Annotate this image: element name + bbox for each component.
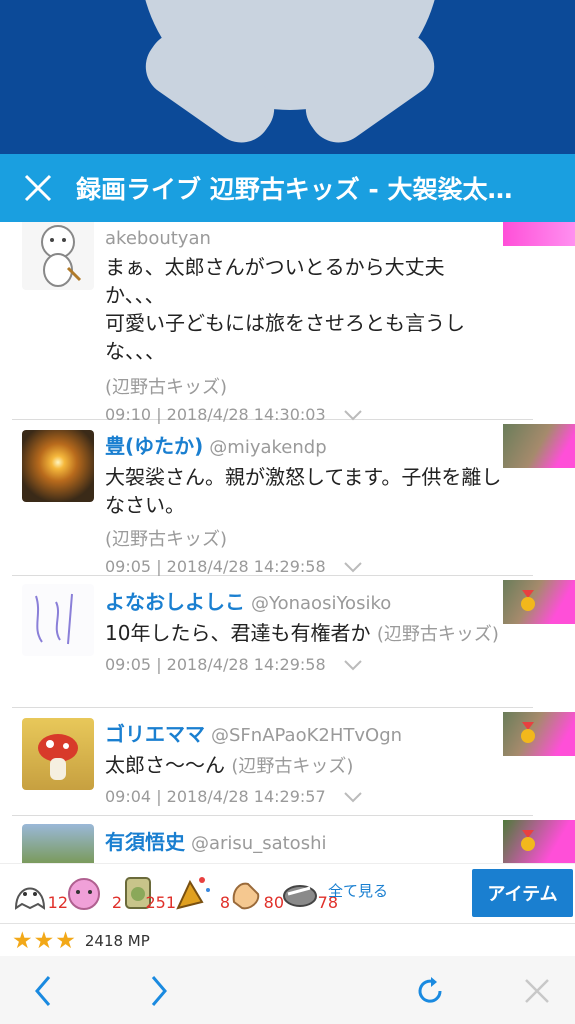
reload-icon [418, 977, 442, 1003]
gift-pig-icon[interactable]: 2 [64, 872, 122, 912]
user-handle[interactable]: @miyakendp [209, 437, 326, 458]
user-name[interactable]: 有須悟史 [105, 830, 185, 854]
close-icon [24, 174, 52, 202]
chevron-down-icon[interactable] [343, 659, 362, 671]
broadcast-thumbnail [503, 712, 575, 756]
rating-bar: ★★★ 2418 MP [0, 923, 575, 958]
comment-source: (辺野古キッズ) [231, 756, 354, 777]
comment-source: (辺野古キッズ) [376, 624, 499, 645]
medal-icon [521, 722, 535, 743]
user-name[interactable]: ゴリエママ [105, 722, 205, 746]
chevron-down-icon[interactable] [343, 409, 362, 421]
medal-icon [521, 590, 535, 611]
comment-item[interactable]: よなおしよしこ @YonaosiYosiko 10年したら、君達も有権者か (辺野… [12, 576, 575, 708]
broadcast-thumbnail [503, 222, 575, 246]
comment-text: まぁ、太郎さんがついとるから大丈夫か、、、 可愛い子どもには旅をさせろとも言うし… [105, 255, 465, 363]
chevron-right-icon [151, 976, 167, 1006]
stop-button[interactable] [512, 966, 562, 1016]
comment-source: (辺野古キッズ) [105, 529, 228, 550]
gift-ghost-icon[interactable]: 12 [10, 872, 68, 912]
avatar[interactable] [22, 222, 94, 290]
avatar[interactable] [22, 584, 94, 656]
browser-toolbar [0, 956, 575, 1024]
comment-source: (辺野古キッズ) [105, 377, 228, 398]
chevron-down-icon[interactable] [343, 791, 362, 803]
comment-timestamp: 09:04 | 2018/4/28 14:29:57 [105, 787, 326, 806]
user-handle[interactable]: akeboutyan [105, 228, 211, 249]
gift-tea-icon[interactable]: 251 [118, 872, 176, 912]
see-all-link[interactable]: 全て見る [328, 880, 388, 901]
chevron-down-icon[interactable] [343, 561, 362, 573]
reload-button[interactable] [405, 966, 455, 1016]
mp-count: 2418 MP [84, 931, 150, 950]
chevron-left-icon [35, 976, 51, 1006]
comment-item[interactable]: akeboutyan まぁ、太郎さんがついとるから大丈夫か、、、 可愛い子どもに… [12, 222, 575, 424]
gift-stone-icon[interactable]: 78 [280, 872, 338, 912]
comment-list[interactable]: akeboutyan まぁ、太郎さんがついとるから大丈夫か、、、 可愛い子どもに… [0, 222, 575, 863]
user-handle[interactable]: @YonaosiYosiko [251, 593, 391, 614]
hero-image [0, 0, 575, 160]
comment-text: 大袈裟さん。親が激怒してます。子供を離しなさい。 [105, 465, 502, 517]
user-handle[interactable]: @arisu_satoshi [191, 833, 326, 854]
comment-item[interactable]: 豊(ゆたか) @miyakendp 大袈裟さん。親が激怒してます。子供を離しなさい… [12, 420, 575, 576]
title-bar: 録画ライブ 辺野古キッズ - 大袈裟太… [0, 154, 575, 222]
medal-icon [521, 830, 535, 851]
gift-party-popper-icon[interactable]: 8 [172, 872, 230, 912]
comment-timestamp: 09:05 | 2018/4/28 14:29:58 [105, 655, 326, 674]
comment-text: 太郎さ〜〜ん [105, 753, 225, 777]
avatar[interactable] [22, 824, 94, 863]
rating-stars: ★★★ [12, 927, 77, 954]
broadcast-thumbnail [503, 424, 575, 468]
user-name[interactable]: 豊(ゆたか) [105, 434, 203, 458]
forward-button[interactable] [134, 966, 184, 1016]
comment-item[interactable]: 有須悟史 @arisu_satoshi [12, 816, 575, 863]
item-bar: 12 2 251 8 80 78 全て見る アイテム [0, 863, 575, 924]
close-icon [525, 979, 549, 1003]
user-handle[interactable]: @SFnAPaoK2HTvOgn [211, 725, 402, 746]
comment-item[interactable]: ゴリエママ @SFnAPaoK2HTvOgn 太郎さ〜〜ん (辺野古キッズ) 09… [12, 708, 575, 816]
broadcast-thumbnail [503, 580, 575, 624]
avatar[interactable] [22, 430, 94, 502]
broadcast-title: 録画ライブ 辺野古キッズ - 大袈裟太… [76, 175, 513, 204]
back-button[interactable] [18, 966, 68, 1016]
broadcast-thumbnail [503, 820, 575, 863]
item-button[interactable]: アイテム [472, 869, 573, 917]
avatar[interactable] [22, 718, 94, 790]
close-button[interactable] [0, 154, 76, 222]
comment-timestamp: 09:05 | 2018/4/28 14:29:58 [105, 557, 326, 576]
user-name[interactable]: よなおしよしこ [105, 590, 245, 614]
gift-clap-icon[interactable]: 80 [226, 872, 284, 912]
comment-text: 10年したら、君達も有権者か [105, 621, 371, 645]
